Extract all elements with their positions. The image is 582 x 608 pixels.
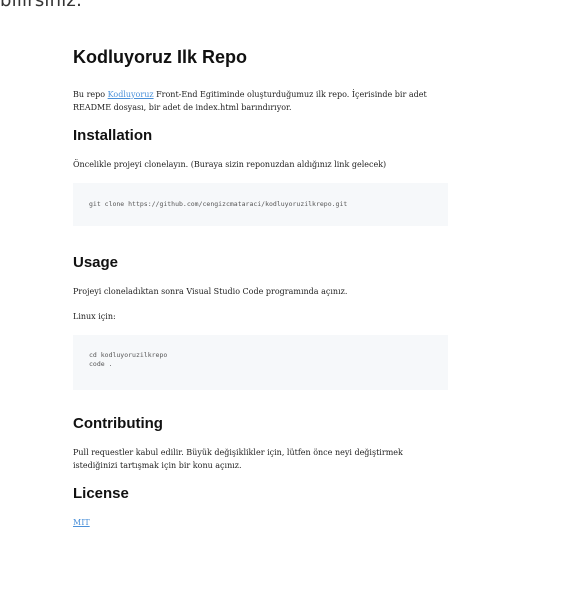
readme-article: Kodluyoruz Ilk Repo Bu repo Kodluyoruz F… bbox=[73, 44, 448, 541]
mit-license-link[interactable]: MIT bbox=[73, 518, 90, 527]
installation-heading: Installation bbox=[73, 127, 153, 144]
kodluyoruz-link[interactable]: Kodluyoruz bbox=[108, 90, 154, 99]
git-clone-command: git clone https://github.com/cengizcmata… bbox=[89, 200, 348, 208]
usage-heading: Usage bbox=[73, 254, 119, 271]
contributing-text: Pull requestler kabul edilir. Büyük deği… bbox=[73, 448, 403, 470]
usage-code-block: cd kodluyoruzilkrepo code . bbox=[73, 335, 448, 390]
license-paragraph: MIT bbox=[73, 516, 448, 529]
usage-text: Projeyi cloneladıktan sonra Visual Studi… bbox=[73, 287, 348, 296]
installation-code-block: git clone https://github.com/cengizcmata… bbox=[73, 183, 448, 226]
license-heading: License bbox=[73, 485, 129, 502]
intro-text-before: Bu repo bbox=[73, 90, 108, 99]
linux-label: Linux için: bbox=[73, 312, 116, 321]
page: bilirsiniz. Kodluyoruz Ilk Repo Bu repo … bbox=[0, 0, 582, 608]
installation-text: Öncelikle projeyi clonelayın. (Buraya si… bbox=[73, 160, 387, 169]
usage-commands: cd kodluyoruzilkrepo code . bbox=[89, 351, 168, 368]
contributing-heading: Contributing bbox=[73, 415, 163, 432]
previous-page-text: bilirsiniz. bbox=[0, 0, 82, 11]
intro-paragraph: Bu repo Kodluyoruz Front-End Egitiminde … bbox=[73, 88, 448, 114]
page-title: Kodluyoruz Ilk Repo bbox=[73, 47, 248, 67]
